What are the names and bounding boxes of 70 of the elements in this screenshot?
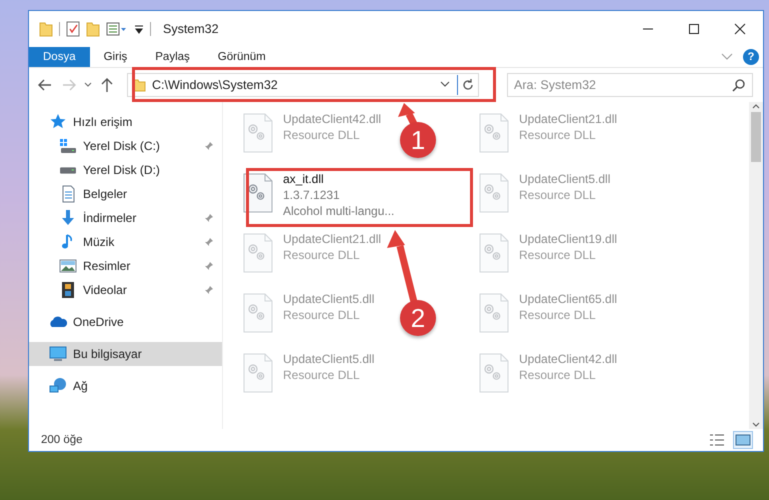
pin-icon[interactable]: [204, 141, 214, 151]
large-icons-view-button[interactable]: [733, 431, 753, 449]
help-button[interactable]: ?: [743, 49, 759, 65]
pin-icon[interactable]: [204, 261, 214, 271]
film-icon: [59, 281, 77, 299]
file-detail: Resource DLL: [283, 308, 361, 322]
new-folder-icon[interactable]: [86, 21, 100, 37]
scrollbar-thumb[interactable]: [751, 112, 761, 162]
file-detail: Alcohol multi-langu...: [283, 204, 394, 218]
window-title: System32: [163, 22, 219, 36]
view-menu-icon[interactable]: [106, 21, 128, 37]
file-detail: Resource DLL: [519, 248, 597, 262]
sidebar-item[interactable]: Belgeler: [29, 182, 222, 206]
sidebar-item[interactable]: Ağ: [29, 374, 222, 398]
file-detail: Resource DLL: [283, 368, 361, 382]
back-arrow-icon: [37, 77, 53, 93]
address-dropdown-icon[interactable]: [439, 81, 451, 89]
scroll-down-icon[interactable]: [751, 421, 761, 429]
maximize-icon: [688, 23, 700, 35]
search-icon: [732, 78, 746, 92]
refresh-icon: [460, 78, 474, 92]
pin-icon[interactable]: [204, 213, 214, 223]
search-field[interactable]: Ara: System32: [507, 73, 753, 97]
address-path: C:\Windows\System32: [152, 78, 279, 92]
expand-ribbon-icon[interactable]: [721, 53, 733, 61]
up-arrow-icon: [99, 77, 115, 93]
down-arrow-icon: [59, 209, 77, 227]
item-count: 200 öğe: [41, 434, 83, 446]
sidebar-item[interactable]: Yerel Disk (C:): [29, 134, 222, 158]
pin-icon[interactable]: [204, 237, 214, 247]
file-detail: Resource DLL: [519, 368, 597, 382]
annotation-arrow: [398, 103, 418, 126]
scrollbar[interactable]: [749, 102, 763, 429]
star-icon: [49, 113, 67, 131]
sidebar-item[interactable]: Hızlı erişim: [29, 110, 222, 134]
file-detail: 1.3.7.1231: [283, 188, 341, 202]
drive-icon: [59, 137, 77, 155]
file-menu-button[interactable]: Dosya: [29, 47, 90, 67]
scroll-up-icon[interactable]: [751, 102, 761, 110]
ribbon-tab[interactable]: Giriş: [90, 47, 142, 67]
list-icon: [709, 433, 725, 447]
file-detail: Resource DLL: [519, 308, 597, 322]
dll-file-icon[interactable]: [241, 172, 275, 214]
sidebar-item[interactable]: Müzik: [29, 230, 222, 254]
forward-arrow-icon: [61, 77, 77, 93]
monitor-icon: [49, 345, 67, 363]
file-detail: Resource DLL: [283, 128, 361, 142]
file-detail: Resource DLL: [283, 248, 361, 262]
pin-icon[interactable]: [204, 285, 214, 295]
drive-icon: [59, 166, 77, 174]
sidebar-item[interactable]: OneDrive: [29, 310, 222, 334]
file-detail: Resource DLL: [519, 128, 597, 142]
ribbon-tab[interactable]: Görünüm: [204, 47, 280, 67]
file-detail: Resource DLL: [519, 188, 597, 202]
picture-icon: [59, 257, 77, 275]
sidebar-item[interactable]: Bu bilgisayar: [29, 342, 222, 366]
customize-caret-icon[interactable]: [134, 24, 144, 34]
sidebar-item[interactable]: Videolar: [29, 278, 222, 302]
close-icon: [734, 23, 746, 35]
properties-icon[interactable]: [66, 21, 80, 37]
file-name[interactable]: ax_it.dll: [283, 172, 394, 186]
sidebar-item[interactable]: Resimler: [29, 254, 222, 278]
ribbon-tab[interactable]: Paylaş: [141, 47, 204, 67]
sidebar-item[interactable]: Yerel Disk (D:): [29, 158, 222, 182]
address-bar[interactable]: C:\Windows\System32: [127, 73, 479, 97]
folder-icon[interactable]: [39, 21, 53, 37]
sidebar-item[interactable]: İndirmeler: [29, 206, 222, 230]
network-icon: [49, 377, 67, 395]
recent-caret-icon[interactable]: [83, 81, 93, 89]
picture-icon: [735, 433, 751, 447]
